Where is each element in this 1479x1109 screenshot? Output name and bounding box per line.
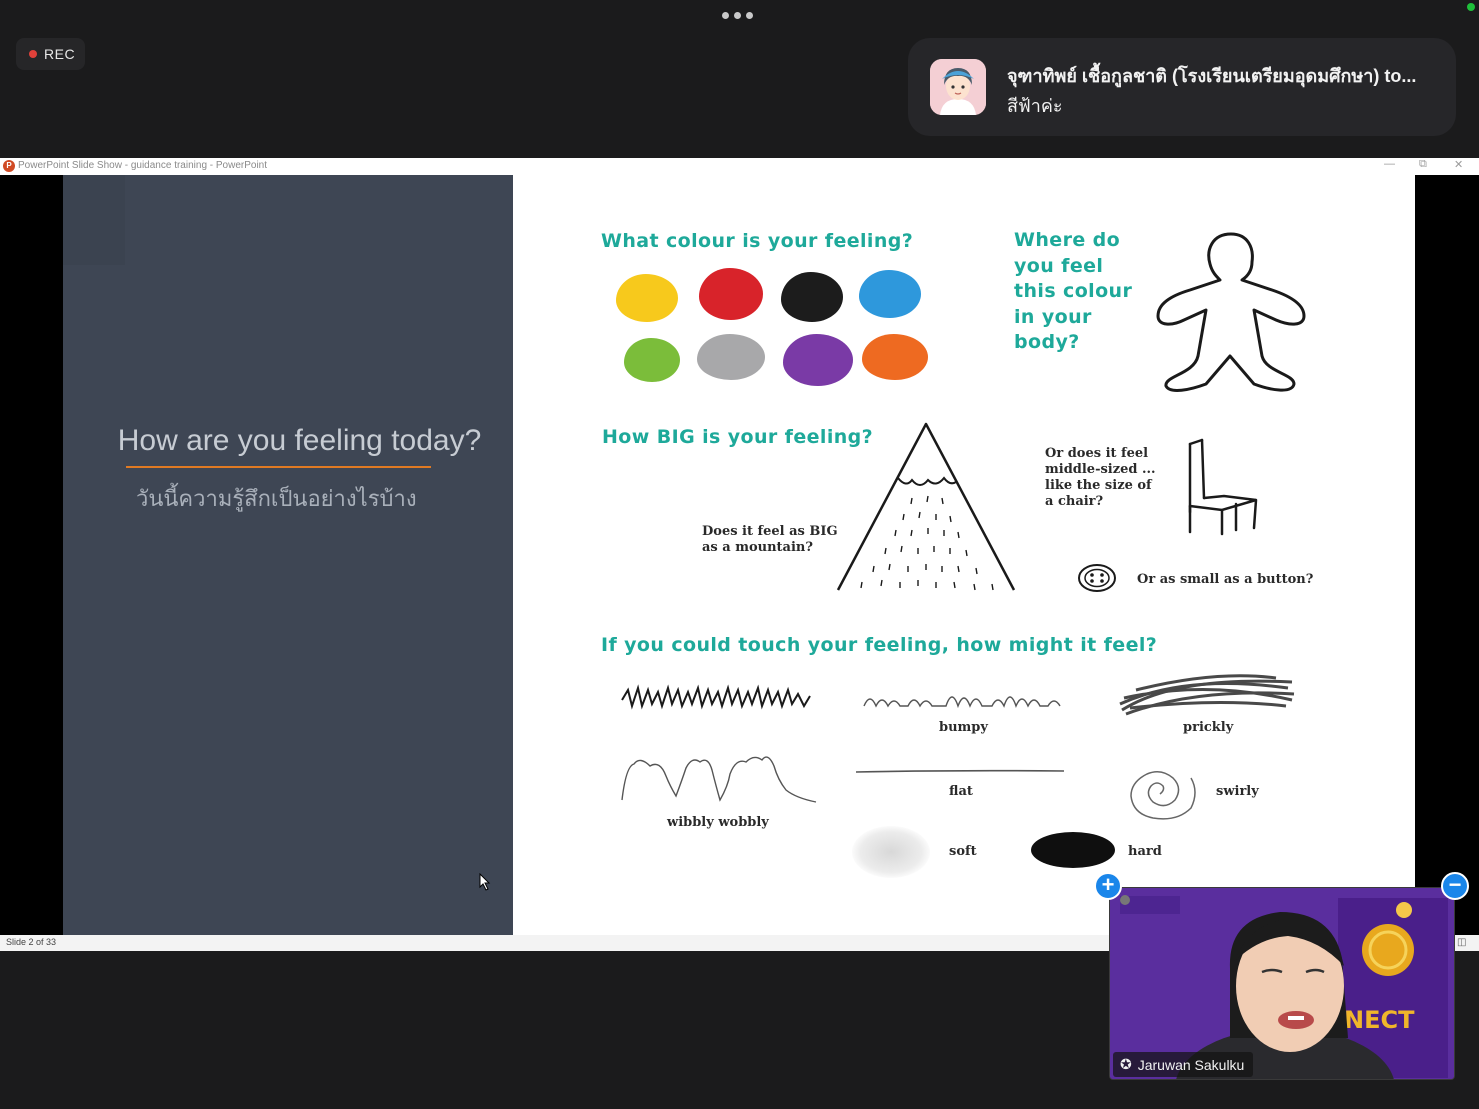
chat-message-text: สีฟ้าค่ะ xyxy=(1007,96,1063,116)
recording-indicator[interactable]: REC xyxy=(16,38,85,70)
body-heading: Where do you feel this colour in your bo… xyxy=(1014,229,1133,353)
swirly-label: swirly xyxy=(1216,784,1259,799)
more-dots-icon[interactable] xyxy=(722,12,753,19)
wibbly-wobbly-texture-icon xyxy=(621,756,817,803)
slide-counter: Slide 2 of 33 xyxy=(6,937,57,947)
chair-icon xyxy=(1188,438,1258,536)
presenter-view-icon[interactable]: ◫ xyxy=(1457,937,1466,948)
svg-text:NECT: NECT xyxy=(1344,1006,1415,1034)
colour-swatch xyxy=(859,270,921,318)
gingerbread-body-outline xyxy=(1156,232,1306,392)
powerpoint-icon: P xyxy=(3,160,15,172)
touch-heading: If you could touch your feeling, how mig… xyxy=(601,634,1158,656)
soft-texture-icon xyxy=(852,826,930,878)
colour-swatch xyxy=(616,274,678,322)
recording-label: REC xyxy=(44,46,76,62)
spiky-texture-icon xyxy=(621,684,811,710)
pin-icon: ✪ xyxy=(1120,1056,1132,1072)
participant-name: Jaruwan Sakulku xyxy=(1137,1056,1245,1073)
powerpoint-titlebar: P PowerPoint Slide Show - guidance train… xyxy=(0,158,1479,175)
soft-label: soft xyxy=(949,844,977,859)
mountain-question: Does it feel as BIG as a mountain? xyxy=(702,524,838,555)
hard-texture-icon xyxy=(1031,832,1115,868)
minimize-icon[interactable]: — xyxy=(1384,158,1395,170)
chat-sender-name: จุฑาทิพย์ เชื้อกูลชาติ (โรงเรียนเตรียมอุ… xyxy=(1007,66,1417,86)
hard-label: hard xyxy=(1128,844,1162,859)
participant-video-tile[interactable]: NECT ✪ Jaruwan Sakulku xyxy=(1109,887,1455,1080)
colour-swatch xyxy=(862,334,928,380)
button-question: Or as small as a button? xyxy=(1137,572,1314,587)
swirly-texture-icon xyxy=(1130,771,1196,820)
flat-label: flat xyxy=(949,784,973,799)
colour-swatch xyxy=(699,268,763,320)
colour-swatch xyxy=(697,334,765,380)
connection-status-dot xyxy=(1467,3,1475,11)
bumpy-texture-icon xyxy=(863,696,1061,709)
chair-question: Or does it feel middle-sized ... like th… xyxy=(1045,446,1156,509)
title-underline xyxy=(126,466,431,468)
zoom-meeting-window: { "meeting": { "recording_label": "REC",… xyxy=(0,0,1479,1109)
minimize-video-button[interactable]: − xyxy=(1441,872,1469,900)
colour-swatch xyxy=(624,338,680,382)
slide-subtitle: วันนี้ความรู้สึกเป็นอย่างไรบ้าง xyxy=(136,486,417,511)
prickly-label: prickly xyxy=(1183,720,1234,735)
mountain-icon xyxy=(836,422,1016,591)
colour-swatch xyxy=(783,334,853,386)
colour-heading: What colour is your feeling? xyxy=(601,230,914,252)
chat-notification[interactable]: จุฑาทิพย์ เชื้อกูลชาติ (โรงเรียนเตรียมอุ… xyxy=(908,38,1456,136)
participant-name-tag: ✪ Jaruwan Sakulku xyxy=(1113,1052,1254,1077)
wibbly-wobbly-label: wibbly wobbly xyxy=(667,815,769,830)
mouse-cursor-icon xyxy=(479,873,491,891)
colour-swatch xyxy=(781,272,843,322)
prickly-texture-icon xyxy=(1119,674,1295,716)
slide-left-panel xyxy=(63,175,513,935)
flat-texture-icon xyxy=(855,769,1065,773)
restore-icon[interactable]: ⧉ xyxy=(1419,158,1427,171)
button-icon xyxy=(1078,564,1116,592)
sender-avatar xyxy=(930,59,986,115)
record-dot-icon xyxy=(29,50,37,58)
close-icon[interactable]: ✕ xyxy=(1454,158,1463,171)
slide-title: How are you feeling today? xyxy=(117,424,482,457)
expand-video-button[interactable]: + xyxy=(1094,872,1122,900)
bumpy-label: bumpy xyxy=(939,720,988,735)
powerpoint-window-title: PowerPoint Slide Show - guidance trainin… xyxy=(18,160,268,171)
